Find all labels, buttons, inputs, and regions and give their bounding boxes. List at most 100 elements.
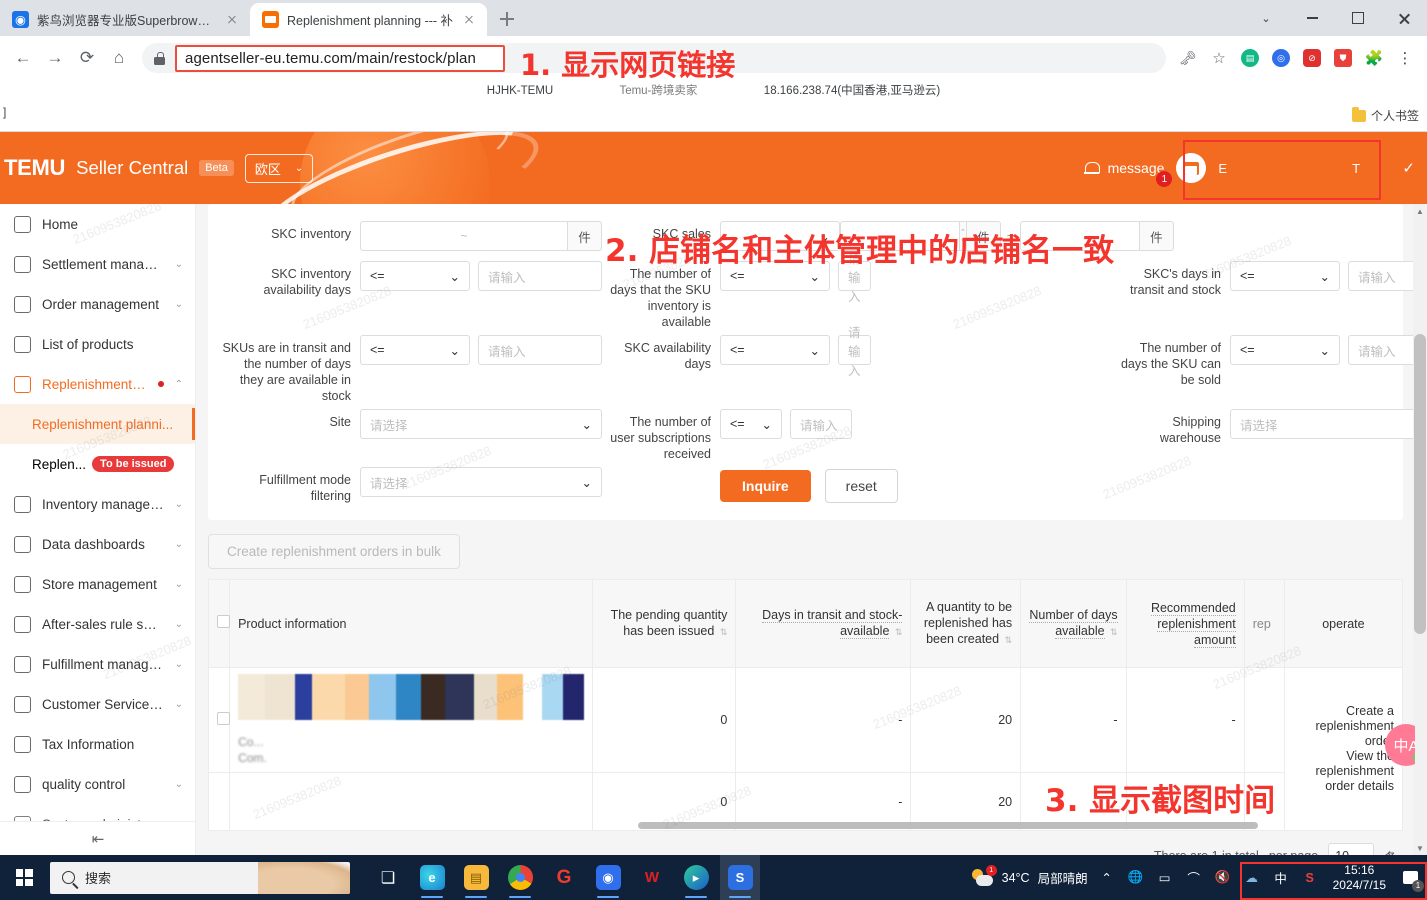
- green-app-icon[interactable]: ▸: [676, 855, 716, 900]
- sidebar-item-replenishment-management[interactable]: Replenishment ma... ⌃: [0, 364, 195, 404]
- create-replenishment-orders-bulk-button[interactable]: Create replenishment orders in bulk: [208, 534, 460, 569]
- wps-icon[interactable]: W: [632, 855, 672, 900]
- checkbox-icon[interactable]: [217, 615, 230, 628]
- page-scrollbar[interactable]: ▲ ▼: [1413, 204, 1427, 855]
- value-input[interactable]: 请输入: [478, 335, 602, 365]
- edge-icon[interactable]: e: [412, 855, 452, 900]
- operator-select[interactable]: <= ⌄: [720, 335, 830, 365]
- sidebar-item-settlement[interactable]: Settlement manage... ⌄: [0, 244, 195, 284]
- star-icon[interactable]: ☆: [1205, 44, 1233, 72]
- new-tab-button[interactable]: [493, 5, 521, 33]
- operator-select[interactable]: <= ⌄: [360, 261, 470, 291]
- sort-icon[interactable]: ⇅: [895, 624, 903, 640]
- filter-control-skc-inventory[interactable]: ~ 件: [360, 216, 610, 256]
- forward-icon[interactable]: →: [40, 43, 70, 73]
- filter-control-shipping-warehouse[interactable]: 请选择⌄: [1230, 404, 1415, 462]
- operator-select[interactable]: <= ⌄: [360, 335, 470, 365]
- sidebar-item-replenishment-to-be-issued[interactable]: Replen... To be issued: [0, 444, 195, 484]
- value-input[interactable]: 请输入: [790, 409, 852, 439]
- sidebar-item-fulfillment-management[interactable]: Fulfillment manage... ⌄: [0, 644, 195, 684]
- home-icon[interactable]: ⌂: [104, 43, 134, 73]
- select-all-header[interactable]: [208, 579, 231, 668]
- filter-control-site[interactable]: 请选择 ⌄: [360, 404, 610, 462]
- maximize-icon[interactable]: [1335, 2, 1381, 34]
- reset-button[interactable]: reset: [824, 469, 898, 503]
- chrome-icon[interactable]: [500, 855, 540, 900]
- operator-select[interactable]: <= ⌄: [720, 409, 782, 439]
- back-icon[interactable]: ←: [8, 43, 38, 73]
- shipping-warehouse-select[interactable]: 请选择⌄: [1230, 409, 1415, 439]
- skc-inventory-range-input[interactable]: ~: [360, 221, 568, 251]
- value-input[interactable]: 请输入: [1348, 335, 1415, 365]
- weather-widget[interactable]: 1 34°C 局部晴朗: [971, 864, 1088, 888]
- start-button[interactable]: [0, 855, 48, 900]
- sidebar-item-quality-control[interactable]: quality control ⌄: [0, 764, 195, 804]
- inquire-button[interactable]: Inquire: [720, 470, 811, 502]
- sidebar-item-store-management[interactable]: Store management ⌄: [0, 564, 195, 604]
- filter-control-fulfillment-mode[interactable]: 请选择 ⌄: [360, 462, 610, 504]
- value-input[interactable]: 请输入: [478, 261, 602, 291]
- volume-mute-icon[interactable]: 🔇: [1213, 870, 1233, 885]
- wifi-icon[interactable]: ⌒: [1184, 868, 1204, 887]
- search-input[interactable]: 搜索: [50, 861, 350, 894]
- sidebar-item-after-sales-rule-settings[interactable]: After-sales rule setti... ⌄: [0, 604, 195, 644]
- sort-icon[interactable]: ⇅: [720, 624, 728, 640]
- sidebar-item-inventory-management[interactable]: Inventory managem... ⌄: [0, 484, 195, 524]
- bookmark-temu-seller[interactable]: Temu-跨境卖家: [619, 85, 697, 97]
- reload-icon[interactable]: ⟳: [72, 43, 102, 73]
- bookmark-hjhk[interactable]: HJHK-TEMU: [487, 85, 553, 97]
- column-number-of-days-available[interactable]: Number of days available ⇅: [1020, 579, 1127, 668]
- extension-green-icon[interactable]: ⛊: [1329, 44, 1357, 72]
- per-page-select[interactable]: 10 ⌄: [1328, 843, 1375, 855]
- row-checkbox-cell[interactable]: [208, 667, 231, 773]
- sidebar-item-list-of-products[interactable]: List of products: [0, 324, 195, 364]
- bookmark-folder-personal[interactable]: 个人书签: [1351, 106, 1419, 124]
- sidebar-item-replenishment-planning[interactable]: Replenishment planni...: [0, 404, 195, 444]
- site-select[interactable]: 请选择 ⌄: [360, 409, 602, 439]
- task-view-icon[interactable]: ❏: [368, 855, 408, 900]
- scrollbar-thumb[interactable]: [1414, 334, 1426, 634]
- key-icon[interactable]: 🗝: [1174, 44, 1202, 72]
- battery-icon[interactable]: ▭: [1155, 870, 1175, 885]
- chevron-down-icon[interactable]: ⌄: [1243, 2, 1289, 34]
- filter-control-sku-transit-available-days[interactable]: <= ⌄ 请输入: [360, 330, 610, 404]
- sidebar-item-order-management[interactable]: Order management ⌄: [0, 284, 195, 324]
- value-input[interactable]: 请输入: [1348, 261, 1415, 291]
- minimize-icon[interactable]: [1289, 2, 1335, 34]
- scroll-down-icon[interactable]: ▼: [1413, 841, 1427, 855]
- extension-teal-icon[interactable]: ▤: [1236, 44, 1264, 72]
- extension-blue-icon[interactable]: ◎: [1267, 44, 1295, 72]
- check-icon[interactable]: ✓: [1402, 159, 1421, 177]
- checkbox-icon[interactable]: [217, 712, 230, 725]
- globe-icon[interactable]: 🌐: [1126, 870, 1146, 885]
- close-window-icon[interactable]: [1381, 2, 1427, 34]
- sidebar-item-data-dashboards[interactable]: Data dashboards ⌄: [0, 524, 195, 564]
- operator-select[interactable]: <= ⌄: [1230, 335, 1340, 365]
- sort-icon[interactable]: ⇅: [1005, 632, 1013, 648]
- url-text[interactable]: agentseller-eu.temu.com/main/restock/pla…: [175, 44, 505, 72]
- scroll-up-icon[interactable]: ▲: [1413, 204, 1427, 218]
- message-button[interactable]: message 1: [1072, 160, 1177, 187]
- column-quantity-to-be-replenished[interactable]: A quantity to be replenished has been cr…: [910, 579, 1022, 668]
- superbrowser-icon[interactable]: ◉: [588, 855, 628, 900]
- filter-control-skc-availability-days[interactable]: <= ⌄ 请输入: [720, 326, 871, 404]
- bookmark-ip-info[interactable]: 18.166.238.74(中国香港,亚马逊云): [764, 85, 940, 97]
- sidebar-item-tax-information[interactable]: Tax Information: [0, 724, 195, 764]
- filter-control-skc-inventory-availability-days[interactable]: <= ⌄ 请输入: [360, 256, 610, 330]
- view-replenishment-order-details-link[interactable]: View the replenishment order details: [1293, 749, 1394, 794]
- create-replenishment-order-link[interactable]: Create a replenishment order: [1293, 704, 1394, 749]
- fulfillment-mode-select[interactable]: 请选择 ⌄: [360, 467, 602, 497]
- close-icon[interactable]: [224, 12, 240, 28]
- g-browser-icon[interactable]: G: [544, 855, 584, 900]
- sidebar-item-customer-service-center[interactable]: Customer Service C... ⌄: [0, 684, 195, 724]
- filter-control-user-subscriptions[interactable]: <= ⌄ 请输入: [720, 404, 860, 462]
- filter-control-skc-days-transit-stock[interactable]: <= ⌄ 请输入: [1230, 256, 1415, 330]
- close-icon[interactable]: [461, 12, 477, 28]
- sogou-s-icon[interactable]: S: [720, 855, 760, 900]
- column-pending-quantity-issued[interactable]: The pending quantity has been issued ⇅: [591, 579, 737, 668]
- puzzle-icon[interactable]: 🧩: [1360, 44, 1388, 72]
- row-checkbox-cell[interactable]: [208, 772, 231, 831]
- column-days-transit-stock-available[interactable]: Days in transit and stock-available ⇅: [735, 579, 912, 668]
- browser-tab-inactive[interactable]: ◉ 紫鸟浏览器专业版Superbrower···: [0, 3, 250, 36]
- sort-icon[interactable]: ⇅: [1110, 624, 1118, 640]
